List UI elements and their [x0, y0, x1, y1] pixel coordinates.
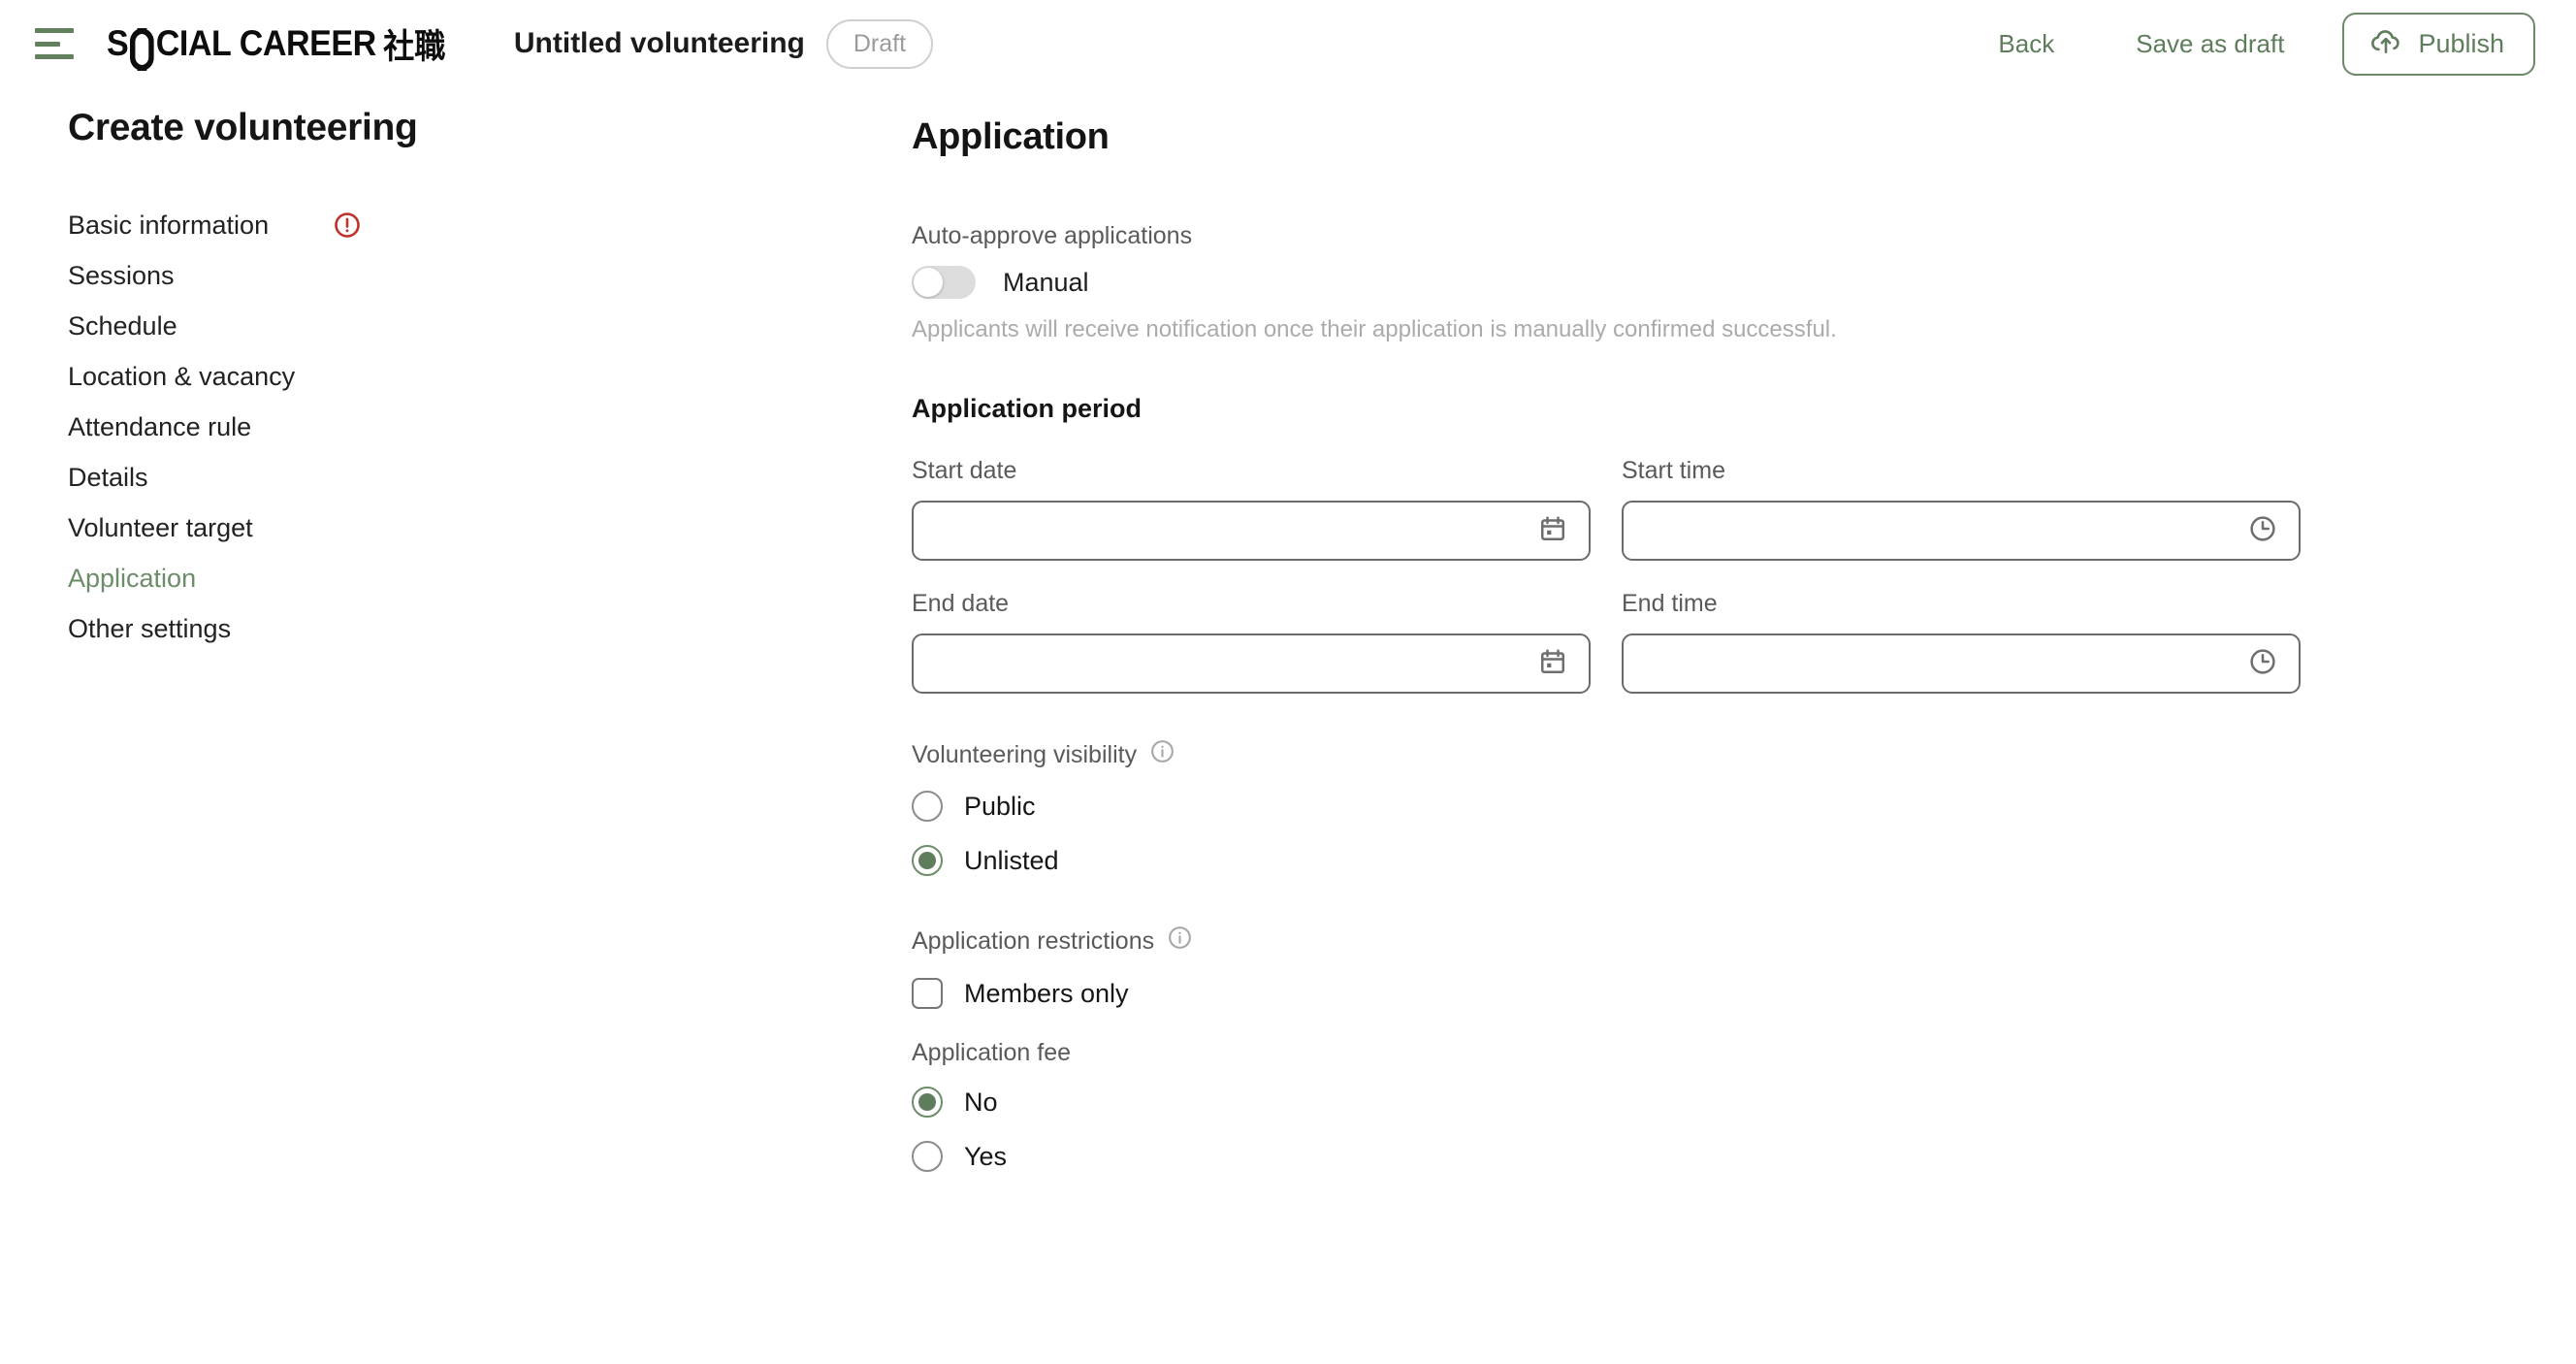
end-date-input[interactable]: [912, 633, 1591, 694]
sidebar-item-label: Details: [68, 462, 148, 492]
sidebar-item-label: Sessions: [68, 260, 175, 290]
auto-approve-toggle[interactable]: [912, 266, 976, 299]
sidebar-item-schedule[interactable]: Schedule: [68, 301, 912, 351]
radio-label: Unlisted: [964, 845, 1059, 875]
auto-approve-row: Manual: [912, 266, 2518, 299]
status-badge: Draft: [825, 18, 934, 69]
sidebar-item-label: Attendance rule: [68, 411, 252, 441]
logo-cjk-text: 社職: [383, 27, 446, 66]
application-fee-option-yes[interactable]: Yes: [912, 1129, 2518, 1184]
end-time-input[interactable]: [1622, 633, 2301, 694]
sidebar-item-details[interactable]: Details: [68, 452, 912, 503]
publish-button[interactable]: Publish: [2342, 12, 2535, 76]
sidebar-item-other-settings[interactable]: Other settings: [68, 603, 912, 654]
save-as-draft-button[interactable]: Save as draft: [2112, 19, 2307, 69]
radio-button[interactable]: [912, 1087, 943, 1118]
start-date-label: Start date: [912, 457, 1017, 484]
auto-approve-helper-text: Applicants will receive notification onc…: [912, 316, 1837, 342]
hamburger-menu-icon[interactable]: [35, 28, 76, 59]
application-fee-label: Application fee: [912, 1039, 1072, 1066]
members-only-checkbox[interactable]: [912, 978, 943, 1009]
visibility-label: Volunteering visibility: [912, 740, 1138, 768]
section-title: Application: [912, 116, 1110, 157]
sidebar-item-sessions[interactable]: Sessions: [68, 250, 912, 301]
sidebar-item-location-vacancy[interactable]: Location & vacancy: [68, 351, 912, 402]
clock-icon[interactable]: [2248, 514, 2277, 548]
radio-label: Yes: [964, 1141, 1008, 1171]
document-title: Untitled volunteering: [513, 27, 805, 59]
sidebar-item-label: Other settings: [68, 613, 232, 643]
split-circle-icon: [130, 28, 154, 71]
sidebar-item-application[interactable]: Application: [68, 553, 912, 603]
back-button[interactable]: Back: [1975, 19, 2077, 69]
radio-label: No: [964, 1087, 998, 1117]
app-header: S CIAL CAREER 社職 Untitled volunteering Dra…: [0, 0, 2576, 87]
form-main-panel: Application Auto-approve applications Ma…: [912, 87, 2576, 1184]
form-sidebar: Create volunteering Basic information Se…: [68, 87, 912, 1184]
auto-approve-label: Auto-approve applications: [912, 222, 1193, 249]
members-only-checkbox-row[interactable]: Members only: [912, 965, 2518, 1022]
cloud-upload-icon: [2369, 26, 2402, 62]
toggle-knob: [914, 268, 943, 297]
sidebar-item-label: Location & vacancy: [68, 361, 296, 391]
sidebar-item-basic-information[interactable]: Basic information: [68, 200, 912, 250]
start-time-label: Start time: [1622, 457, 1725, 484]
restrictions-label: Application restrictions: [912, 926, 1155, 955]
checkbox-label: Members only: [964, 978, 1129, 1008]
info-icon[interactable]: [1149, 738, 1175, 771]
sidebar-nav: Basic information Sessions Schedule Loca…: [68, 200, 912, 654]
sidebar-item-volunteer-target[interactable]: Volunteer target: [68, 503, 912, 553]
restrictions-label-row: Application restrictions: [912, 925, 2518, 958]
header-actions: Back Save as draft Publish: [1975, 12, 2535, 76]
page-body: Create volunteering Basic information Se…: [0, 87, 2576, 1184]
radio-button[interactable]: [912, 845, 943, 876]
radio-label: Public: [964, 791, 1036, 821]
logo-text-part2: CIAL CAREER: [155, 23, 376, 63]
application-fee-option-no[interactable]: No: [912, 1075, 2518, 1129]
hamburger-line: [35, 54, 74, 59]
error-icon: [333, 211, 362, 240]
page-title: Create volunteering: [68, 107, 418, 148]
end-time-group: End time: [1622, 590, 2301, 694]
end-date-group: End date: [912, 590, 1591, 694]
end-date-label: End date: [912, 590, 1010, 617]
brand-logo[interactable]: S CIAL CAREER 社職: [107, 19, 446, 71]
sidebar-item-attendance-rule[interactable]: Attendance rule: [68, 402, 912, 452]
calendar-icon[interactable]: [1538, 514, 1567, 548]
visibility-label-row: Volunteering visibility: [912, 738, 2518, 771]
application-period-title: Application period: [912, 394, 1143, 423]
start-time-group: Start time: [1622, 457, 2301, 561]
radio-button[interactable]: [912, 791, 943, 822]
sidebar-item-label: Basic information: [68, 210, 270, 240]
sidebar-item-label: Volunteer target: [68, 512, 253, 542]
hamburger-line: [35, 41, 60, 47]
end-time-label: End time: [1622, 590, 1718, 617]
info-icon[interactable]: [1167, 925, 1193, 958]
auto-approve-state-label: Manual: [1003, 267, 1089, 297]
calendar-icon[interactable]: [1538, 647, 1567, 681]
publish-button-label: Publish: [2418, 28, 2504, 58]
visibility-option-unlisted[interactable]: Unlisted: [912, 833, 2518, 888]
hamburger-line: [35, 28, 74, 33]
radio-button[interactable]: [912, 1141, 943, 1172]
sidebar-item-label: Application: [68, 563, 197, 593]
application-period-grid: Start date Start time End date End time: [912, 457, 2518, 694]
visibility-option-public[interactable]: Public: [912, 779, 2518, 833]
logo-text-part1: S: [107, 23, 129, 63]
clock-icon[interactable]: [2248, 647, 2277, 681]
start-date-input[interactable]: [912, 501, 1591, 561]
start-time-input[interactable]: [1622, 501, 2301, 561]
sidebar-item-label: Schedule: [68, 310, 177, 341]
start-date-group: Start date: [912, 457, 1591, 561]
